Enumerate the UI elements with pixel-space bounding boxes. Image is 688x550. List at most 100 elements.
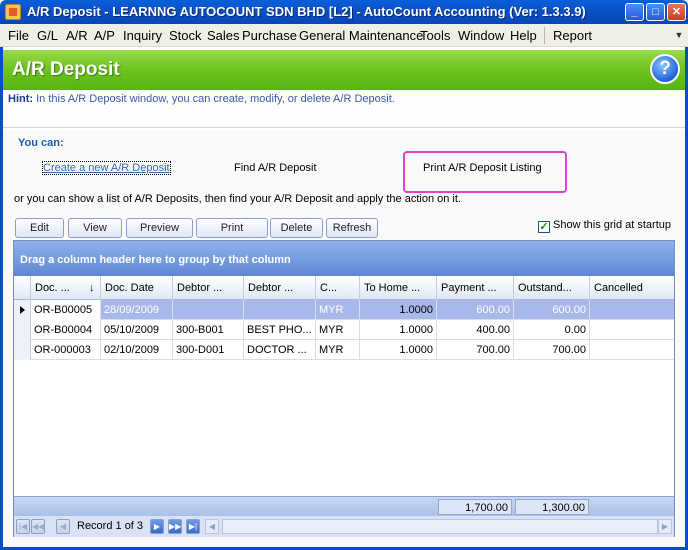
cell-debtor-code[interactable]: 300-D001	[173, 340, 244, 360]
menu-separator	[544, 27, 545, 44]
col-doc-no[interactable]: Doc. ... ↓	[31, 276, 101, 300]
col-payment[interactable]: Payment ...	[437, 276, 514, 300]
minimize-button[interactable]: _	[625, 3, 644, 21]
menu-report[interactable]: Report	[553, 28, 592, 43]
cell-currency[interactable]: MYR	[316, 300, 360, 320]
row-indicator	[14, 320, 31, 340]
column-headers: Doc. ... ↓ Doc. Date Debtor ... Debtor .…	[14, 276, 674, 300]
col-doc-no-label: Doc. ...	[35, 282, 70, 294]
print-button[interactable]: Print	[196, 218, 268, 238]
menu-purchase[interactable]: Purchase	[242, 28, 297, 43]
total-payment: 1,700.00	[438, 499, 512, 515]
cell-rate[interactable]: 1.0000	[360, 340, 437, 360]
refresh-button[interactable]: Refresh	[326, 218, 378, 238]
menu-tools[interactable]: Tools	[420, 28, 450, 43]
total-outstanding: 1,300.00	[515, 499, 589, 515]
page-title: A/R Deposit	[12, 59, 120, 80]
sort-desc-icon: ↓	[89, 282, 95, 294]
table-row[interactable]: OR-000003 02/10/2009 300-D001 DOCTOR ...…	[14, 340, 674, 360]
cell-cancelled[interactable]	[590, 300, 674, 320]
menu-stock[interactable]: Stock	[169, 28, 202, 43]
col-debtor-code[interactable]: Debtor ...	[173, 276, 244, 300]
cell-doc-no[interactable]: OR-B00004	[31, 320, 101, 340]
cell-currency[interactable]: MYR	[316, 340, 360, 360]
col-debtor-name[interactable]: Debtor ...	[244, 276, 316, 300]
you-can-label: You can:	[18, 137, 64, 149]
col-outstanding[interactable]: Outstand...	[514, 276, 590, 300]
edit-button[interactable]: Edit	[15, 218, 64, 238]
prev-page-icon[interactable]: ◀◀	[31, 519, 45, 534]
checkbox-check-icon[interactable]: ✓	[538, 221, 550, 233]
cell-doc-no[interactable]: OR-000003	[31, 340, 101, 360]
cell-outstanding[interactable]: 700.00	[514, 340, 590, 360]
help-icon[interactable]: ?	[650, 54, 680, 84]
first-record-icon[interactable]: |◀	[16, 519, 30, 534]
menu-help[interactable]: Help	[510, 28, 537, 43]
table-row[interactable]: OR-B00005 28/09/2009 MYR 1.0000 600.00 6…	[14, 300, 674, 320]
menu-file[interactable]: File	[8, 28, 29, 43]
cell-cancelled[interactable]	[590, 320, 674, 340]
menu-general-maintenance[interactable]: General Maintenance	[299, 28, 423, 43]
show-grid-checkbox[interactable]: ✓ Show this grid at startup	[538, 219, 671, 233]
record-counter: Record 1 of 3	[77, 520, 144, 532]
cell-debtor-code[interactable]	[173, 300, 244, 320]
cell-doc-date[interactable]: 02/10/2009	[101, 340, 173, 360]
highlight-box	[403, 151, 567, 193]
next-record-icon[interactable]: ▶	[150, 519, 164, 534]
cell-payment[interactable]: 600.00	[437, 300, 514, 320]
cell-debtor-code[interactable]: 300-B001	[173, 320, 244, 340]
maximize-button[interactable]: □	[646, 3, 665, 21]
cell-debtor-name[interactable]: DOCTOR ...	[244, 340, 316, 360]
col-doc-date[interactable]: Doc. Date	[101, 276, 173, 300]
cell-rate[interactable]: 1.0000	[360, 320, 437, 340]
cell-doc-date[interactable]: 28/09/2009	[101, 300, 173, 320]
deposit-grid: Drag a column header here to group by th…	[13, 240, 675, 537]
cell-rate[interactable]: 1.0000	[360, 300, 437, 320]
hint-label: Hint:	[8, 93, 34, 105]
hint-text: In this A/R Deposit window, you can crea…	[36, 93, 395, 105]
record-navigator: |◀ ◀◀ ◀ Record 1 of 3 ▶ ▶▶ ▶| ◀ ▶	[14, 516, 674, 537]
find-link[interactable]: Find A/R Deposit	[234, 162, 317, 174]
cell-doc-date[interactable]: 05/10/2009	[101, 320, 173, 340]
menu-inquiry[interactable]: Inquiry	[123, 28, 162, 43]
last-record-icon[interactable]: ▶|	[186, 519, 200, 534]
create-link[interactable]: Create a new A/R Deposit	[42, 161, 171, 175]
menu-sales[interactable]: Sales	[207, 28, 240, 43]
group-by-panel[interactable]: Drag a column header here to group by th…	[14, 241, 674, 276]
menu-overflow-icon[interactable]: ▼	[672, 27, 686, 44]
view-button[interactable]: View	[68, 218, 122, 238]
scroll-left-icon[interactable]: ◀	[205, 519, 219, 534]
show-grid-label: Show this grid at startup	[553, 219, 672, 231]
col-cancelled[interactable]: Cancelled	[590, 276, 674, 300]
cell-doc-no[interactable]: OR-B00005	[31, 300, 101, 320]
cell-outstanding[interactable]: 600.00	[514, 300, 590, 320]
cell-debtor-name[interactable]	[244, 300, 316, 320]
page-header: A/R Deposit ?	[3, 50, 685, 90]
close-button[interactable]: ✕	[667, 3, 686, 21]
menu-window[interactable]: Window	[458, 28, 504, 43]
col-to-home-rate[interactable]: To Home ...	[360, 276, 437, 300]
horizontal-scrollbar[interactable]	[222, 519, 658, 534]
hint-bar: Hint: In this A/R Deposit window, you ca…	[3, 90, 685, 128]
list-instructions: or you can show a list of A/R Deposits, …	[14, 193, 461, 205]
title-bar: A/R Deposit - LEARNNG AUTOCOUNT SDN BHD …	[0, 0, 688, 24]
menu-ap[interactable]: A/P	[94, 28, 115, 43]
row-indicator-header	[14, 276, 31, 300]
delete-button[interactable]: Delete	[270, 218, 323, 238]
cell-payment[interactable]: 700.00	[437, 340, 514, 360]
totals-row: 1,700.00 1,300.00	[14, 496, 674, 516]
scroll-right-icon[interactable]: ▶	[658, 519, 672, 534]
col-currency[interactable]: C...	[316, 276, 360, 300]
menu-gl[interactable]: G/L	[37, 28, 58, 43]
cell-outstanding[interactable]: 0.00	[514, 320, 590, 340]
app-icon	[5, 4, 21, 20]
menu-ar[interactable]: A/R	[66, 28, 88, 43]
next-page-icon[interactable]: ▶▶	[168, 519, 182, 534]
table-row[interactable]: OR-B00004 05/10/2009 300-B001 BEST PHO..…	[14, 320, 674, 340]
cell-cancelled[interactable]	[590, 340, 674, 360]
cell-debtor-name[interactable]: BEST PHO...	[244, 320, 316, 340]
cell-currency[interactable]: MYR	[316, 320, 360, 340]
cell-payment[interactable]: 400.00	[437, 320, 514, 340]
preview-button[interactable]: Preview	[126, 218, 193, 238]
prev-record-icon[interactable]: ◀	[56, 519, 70, 534]
